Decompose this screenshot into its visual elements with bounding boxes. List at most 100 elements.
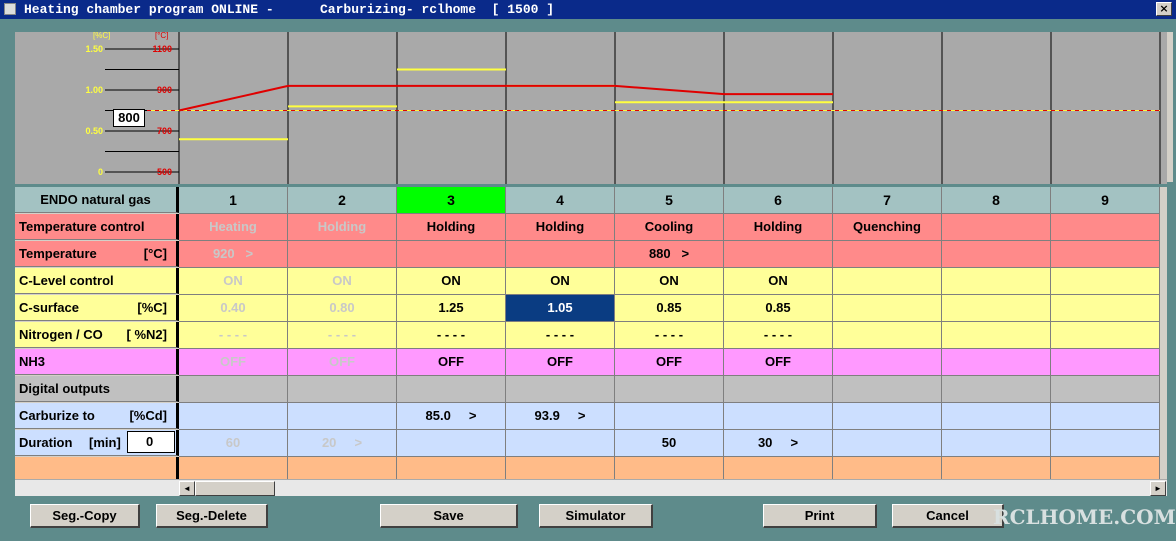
cell-nitrogen-4[interactable]: - - - - [506,322,615,349]
cell-nitrogen-8[interactable] [942,322,1051,349]
seg-delete-button[interactable]: Seg.-Delete [156,504,268,528]
cell-c_surface-2[interactable]: 0.80 [288,295,397,322]
cell-extra-6[interactable] [724,457,833,479]
cell-duration-7[interactable] [833,430,942,457]
cell-digital-5[interactable] [615,376,724,403]
cell-carburize-7[interactable] [833,403,942,430]
cell-duration-5[interactable]: 50 [615,430,724,457]
cell-nitrogen-9[interactable] [1051,322,1160,349]
column-header-5[interactable]: 5 [615,187,724,214]
cell-c_level-6[interactable]: ON [724,268,833,295]
cell-extra-3[interactable] [397,457,506,479]
horizontal-scrollbar[interactable]: ◄ ► [15,479,1167,496]
column-header-2[interactable]: 2 [288,187,397,214]
cell-c_level-9[interactable] [1051,268,1160,295]
cell-duration-1[interactable]: 60 [179,430,288,457]
cell-carburize-1[interactable] [179,403,288,430]
cell-nitrogen-5[interactable]: - - - - [615,322,724,349]
cell-nh3-2[interactable]: OFF [288,349,397,376]
cell-nh3-3[interactable]: OFF [397,349,506,376]
cell-digital-8[interactable] [942,376,1051,403]
cell-carburize-6[interactable] [724,403,833,430]
cell-nitrogen-1[interactable]: - - - - [179,322,288,349]
cell-nh3-9[interactable] [1051,349,1160,376]
cell-temp_control-2[interactable]: Holding [288,214,397,241]
cell-digital-6[interactable] [724,376,833,403]
scroll-right-icon[interactable]: ► [1150,481,1166,496]
cell-extra-5[interactable] [615,457,724,479]
cell-c_level-4[interactable]: ON [506,268,615,295]
cell-extra-1[interactable] [179,457,288,479]
cell-temp_control-3[interactable]: Holding [397,214,506,241]
app-icon[interactable] [4,3,16,15]
cell-duration-4[interactable] [506,430,615,457]
cell-temperature-5[interactable]: 880 > [615,241,724,268]
cell-extra-9[interactable] [1051,457,1160,479]
duration-input[interactable]: 0 [127,431,175,453]
seg-copy-button[interactable]: Seg.-Copy [30,504,140,528]
cell-temp_control-7[interactable]: Quenching [833,214,942,241]
close-icon[interactable]: × [1156,2,1172,16]
cell-extra-4[interactable] [506,457,615,479]
cell-carburize-9[interactable] [1051,403,1160,430]
cell-nh3-7[interactable] [833,349,942,376]
cell-nitrogen-6[interactable]: - - - - [724,322,833,349]
cell-digital-2[interactable] [288,376,397,403]
column-header-4[interactable]: 4 [506,187,615,214]
cell-extra-7[interactable] [833,457,942,479]
cell-duration-9[interactable] [1051,430,1160,457]
column-header-9[interactable]: 9 [1051,187,1160,214]
cell-nitrogen-2[interactable]: - - - - [288,322,397,349]
cell-extra-2[interactable] [288,457,397,479]
cell-duration-3[interactable] [397,430,506,457]
cancel-button[interactable]: Cancel [892,504,1004,528]
cell-c_surface-3[interactable]: 1.25 [397,295,506,322]
cell-c_surface-7[interactable] [833,295,942,322]
cell-carburize-8[interactable] [942,403,1051,430]
cell-temperature-1[interactable]: 920 > [179,241,288,268]
cell-c_level-3[interactable]: ON [397,268,506,295]
cell-digital-1[interactable] [179,376,288,403]
cell-temperature-8[interactable] [942,241,1051,268]
cell-nh3-1[interactable]: OFF [179,349,288,376]
cell-duration-6[interactable]: 30 > [724,430,833,457]
cell-temp_control-8[interactable] [942,214,1051,241]
simulator-button[interactable]: Simulator [539,504,653,528]
column-header-6[interactable]: 6 [724,187,833,214]
column-header-1[interactable]: 1 [179,187,288,214]
cell-c_surface-5[interactable]: 0.85 [615,295,724,322]
cell-nh3-5[interactable]: OFF [615,349,724,376]
cell-c_level-8[interactable] [942,268,1051,295]
cell-nh3-6[interactable]: OFF [724,349,833,376]
cell-digital-4[interactable] [506,376,615,403]
column-header-8[interactable]: 8 [942,187,1051,214]
cell-c_surface-1[interactable]: 0.40 [179,295,288,322]
cell-temperature-4[interactable] [506,241,615,268]
setpoint-value[interactable]: 800 [113,109,145,127]
cell-temperature-9[interactable] [1051,241,1160,268]
cell-duration-2[interactable]: 20 > [288,430,397,457]
cell-digital-9[interactable] [1051,376,1160,403]
cell-carburize-2[interactable] [288,403,397,430]
cell-nitrogen-7[interactable] [833,322,942,349]
cell-carburize-5[interactable] [615,403,724,430]
cell-temp_control-9[interactable] [1051,214,1160,241]
save-button[interactable]: Save [380,504,518,528]
scroll-left-icon[interactable]: ◄ [179,481,195,496]
cell-c_surface-8[interactable] [942,295,1051,322]
cell-temperature-3[interactable] [397,241,506,268]
cell-digital-7[interactable] [833,376,942,403]
cell-temp_control-5[interactable]: Cooling [615,214,724,241]
cell-temperature-7[interactable] [833,241,942,268]
cell-nh3-8[interactable] [942,349,1051,376]
cell-duration-8[interactable] [942,430,1051,457]
cell-digital-3[interactable] [397,376,506,403]
cell-temp_control-1[interactable]: Heating [179,214,288,241]
cell-extra-8[interactable] [942,457,1051,479]
cell-nh3-4[interactable]: OFF [506,349,615,376]
cell-temperature-6[interactable] [724,241,833,268]
column-header-7[interactable]: 7 [833,187,942,214]
cell-c_level-7[interactable] [833,268,942,295]
cell-c_surface-4[interactable]: 1.05 [506,295,615,322]
cell-c_level-5[interactable]: ON [615,268,724,295]
